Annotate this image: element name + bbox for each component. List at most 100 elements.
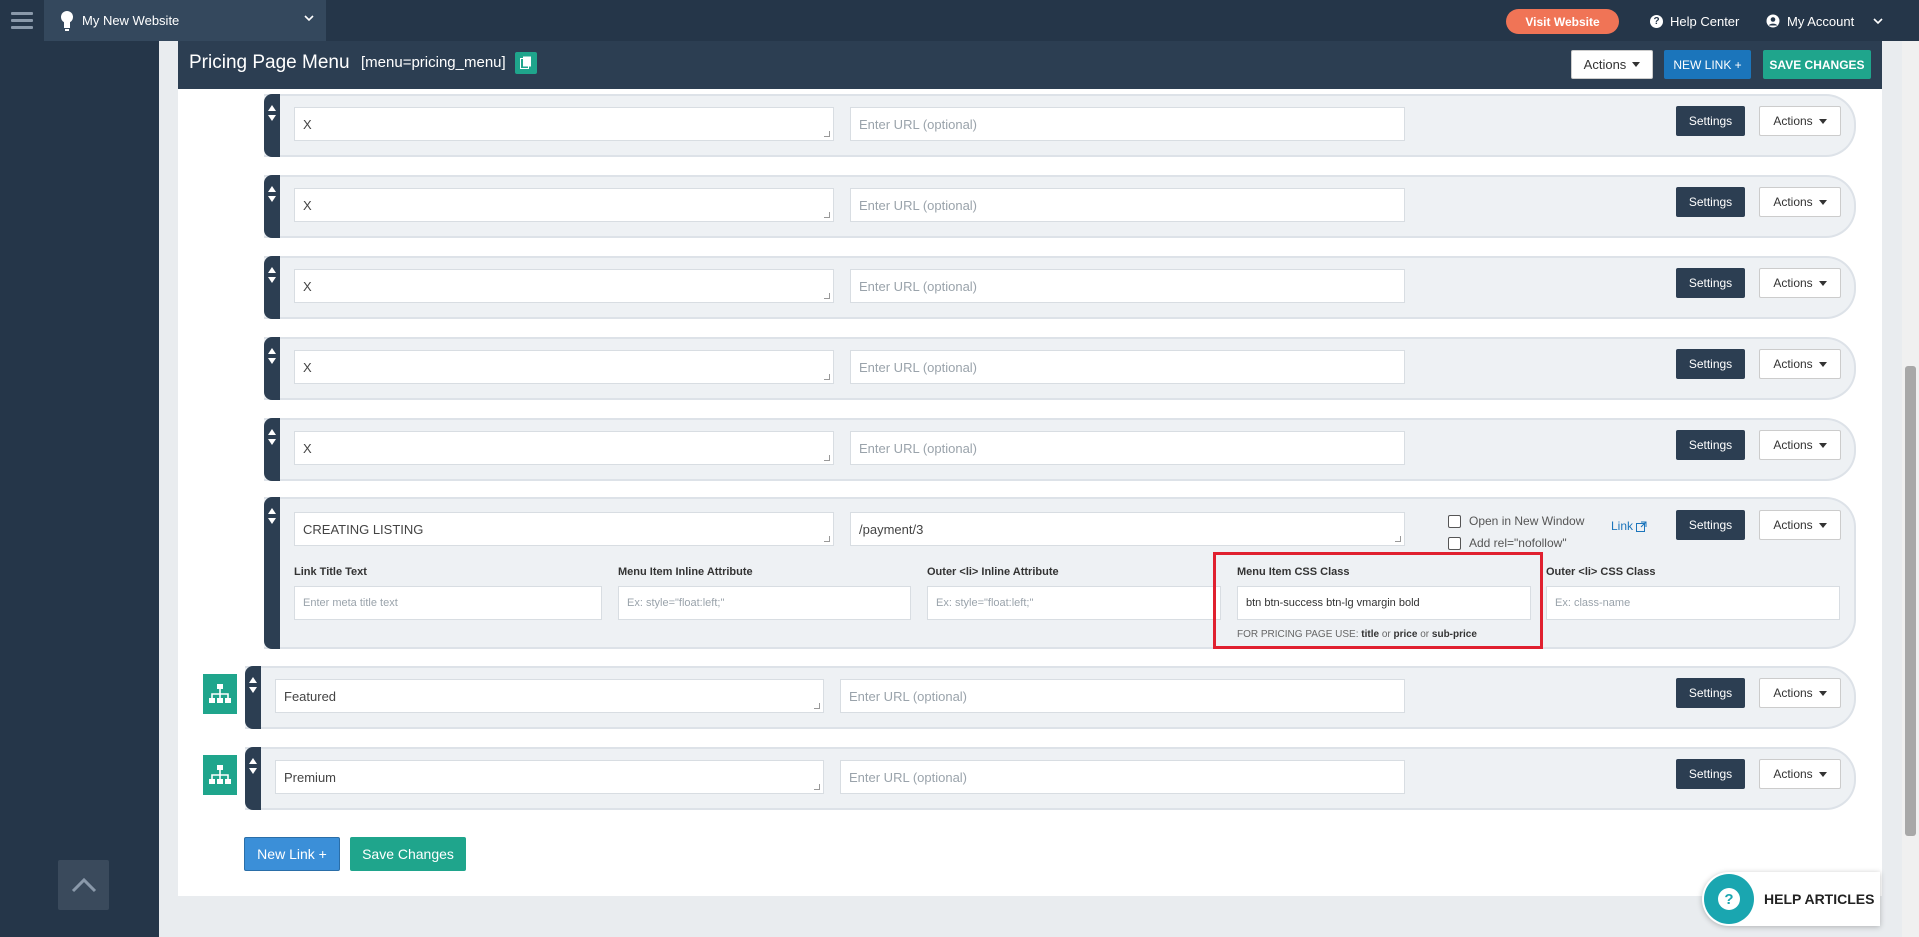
row-actions-button[interactable]: Actions	[1759, 349, 1841, 379]
sitemap-icon[interactable]	[203, 674, 237, 714]
header-actions-button[interactable]: Actions	[1571, 50, 1653, 79]
settings-button[interactable]: Settings	[1676, 268, 1745, 298]
menu-item-url-input[interactable]: /payment/3	[850, 512, 1405, 546]
menu-item-url-input[interactable]: Enter URL (optional)	[850, 350, 1405, 384]
menu-item-title-value: X	[303, 116, 312, 132]
row-actions-button[interactable]: Actions	[1759, 187, 1841, 217]
caret-down-icon	[1818, 690, 1827, 696]
sort-arrows-icon	[268, 508, 276, 524]
page-scrollbar[interactable]	[1902, 41, 1919, 937]
chevron-down-icon	[304, 15, 314, 22]
header-save-changes-button[interactable]: SAVE CHANGES	[1763, 50, 1871, 79]
url-placeholder: Enter URL (optional)	[849, 688, 968, 704]
help-articles-widget[interactable]: ? HELP ARTICLES	[1702, 872, 1880, 926]
external-link-icon	[1636, 521, 1647, 532]
row-actions-button[interactable]: Actions	[1759, 678, 1841, 708]
help-center-label: Help Center	[1670, 13, 1740, 29]
parent-title-input[interactable]: Premium	[275, 760, 824, 794]
parent-url-input[interactable]: Enter URL (optional)	[840, 760, 1405, 794]
menu-item-url-input[interactable]: Enter URL (optional)	[850, 431, 1405, 465]
url-placeholder: Enter URL (optional)	[859, 197, 978, 213]
url-placeholder: Enter URL (optional)	[859, 359, 978, 375]
parent-url-input[interactable]: Enter URL (optional)	[840, 679, 1405, 713]
settings-button[interactable]: Settings	[1676, 759, 1745, 789]
new-link-button[interactable]: New Link +	[244, 837, 340, 871]
nofollow-checkbox[interactable]: Add rel="nofollow"	[1448, 536, 1567, 550]
caret-down-icon	[1818, 771, 1827, 777]
menu-item-title-input[interactable]: X	[294, 269, 834, 303]
inline-attribute-label: Menu Item Inline Attribute	[618, 566, 753, 578]
row-actions-button[interactable]: Actions	[1759, 510, 1841, 540]
menu-item-title-value: X	[303, 359, 312, 375]
menu-item-title-input[interactable]: X	[294, 188, 834, 222]
help-icon: ?	[1704, 874, 1754, 924]
row-actions-label: Actions	[1773, 276, 1813, 290]
row-actions-label: Actions	[1773, 767, 1813, 781]
header-new-link-button[interactable]: NEW LINK +	[1664, 50, 1751, 79]
visit-website-button[interactable]: Visit Website	[1506, 9, 1619, 34]
open-new-window-checkbox[interactable]: Open in New Window	[1448, 514, 1584, 528]
menu-shortcode: [menu=pricing_menu]	[361, 54, 506, 71]
settings-button[interactable]: Settings	[1676, 678, 1745, 708]
parent-title-value: Featured	[284, 688, 337, 704]
sitemap-icon[interactable]	[203, 755, 237, 795]
hamburger-menu-icon[interactable]	[0, 0, 44, 41]
checkbox-box[interactable]	[1448, 536, 1461, 550]
help-center-link[interactable]: ? Help Center	[1650, 10, 1739, 32]
row-actions-button[interactable]: Actions	[1759, 430, 1841, 460]
resize-grip-icon	[814, 703, 820, 709]
save-changes-button[interactable]: Save Changes	[350, 837, 466, 871]
settings-button[interactable]: Settings	[1676, 510, 1745, 540]
sort-arrows-icon	[268, 186, 276, 202]
outer-inline-attribute-input[interactable]: Ex: style="float:left;"	[927, 586, 1221, 620]
outer-css-class-label: Outer <li> CSS Class	[1546, 566, 1656, 578]
drag-handle[interactable]	[264, 94, 280, 157]
outer-inline-attribute-label: Outer <li> Inline Attribute	[927, 566, 1059, 578]
inline-attribute-input[interactable]: Ex: style="float:left;"	[618, 586, 911, 620]
site-selector[interactable]: My New Website	[44, 0, 326, 41]
open-new-window-label: Open in New Window	[1469, 514, 1585, 528]
menu-item-title-input[interactable]: X	[294, 431, 834, 465]
settings-button[interactable]: Settings	[1676, 430, 1745, 460]
menu-item-title-value: CREATING LISTING	[303, 521, 424, 537]
drag-handle[interactable]	[245, 666, 261, 729]
my-account-menu[interactable]: My Account	[1766, 10, 1883, 32]
menu-item-title-input[interactable]: X	[294, 350, 834, 384]
scroll-to-top-button[interactable]	[58, 860, 109, 910]
drag-handle[interactable]	[245, 747, 261, 810]
row-actions-label: Actions	[1773, 357, 1813, 371]
link-title-input[interactable]: Enter meta title text	[294, 586, 602, 620]
menu-item-url-input[interactable]: Enter URL (optional)	[850, 107, 1405, 141]
menu-item-url-input[interactable]: Enter URL (optional)	[850, 188, 1405, 222]
menu-item-url-value: /payment/3	[859, 521, 924, 537]
question-icon: ?	[1650, 14, 1663, 28]
row-actions-button[interactable]: Actions	[1759, 106, 1841, 136]
drag-handle[interactable]	[264, 256, 280, 319]
drag-handle[interactable]	[264, 337, 280, 400]
settings-button[interactable]: Settings	[1676, 187, 1745, 217]
resize-grip-icon	[824, 455, 830, 461]
menu-item-title-input[interactable]: CREATING LISTING	[294, 512, 834, 546]
outer-css-class-input[interactable]: Ex: class-name	[1546, 586, 1840, 620]
sort-arrows-icon	[268, 105, 276, 121]
sort-arrows-icon	[268, 348, 276, 364]
menu-item-title-input[interactable]: X	[294, 107, 834, 141]
checkbox-box[interactable]	[1448, 514, 1461, 528]
parent-title-input[interactable]: Featured	[275, 679, 824, 713]
drag-handle[interactable]	[264, 175, 280, 238]
caret-down-icon	[1818, 199, 1827, 205]
copy-shortcode-button[interactable]	[515, 52, 537, 74]
row-actions-button[interactable]: Actions	[1759, 759, 1841, 789]
settings-button[interactable]: Settings	[1676, 106, 1745, 136]
parent-title-value: Premium	[284, 769, 337, 785]
scrollbar-thumb[interactable]	[1905, 366, 1916, 836]
row-actions-button[interactable]: Actions	[1759, 268, 1841, 298]
menu-item-url-input[interactable]: Enter URL (optional)	[850, 269, 1405, 303]
drag-handle[interactable]	[264, 497, 280, 649]
left-sidebar	[0, 41, 159, 937]
settings-button[interactable]: Settings	[1676, 349, 1745, 379]
row-actions-label: Actions	[1773, 518, 1813, 532]
external-link[interactable]: Link	[1611, 519, 1647, 533]
drag-handle[interactable]	[264, 418, 280, 481]
row-actions-label: Actions	[1773, 114, 1813, 128]
